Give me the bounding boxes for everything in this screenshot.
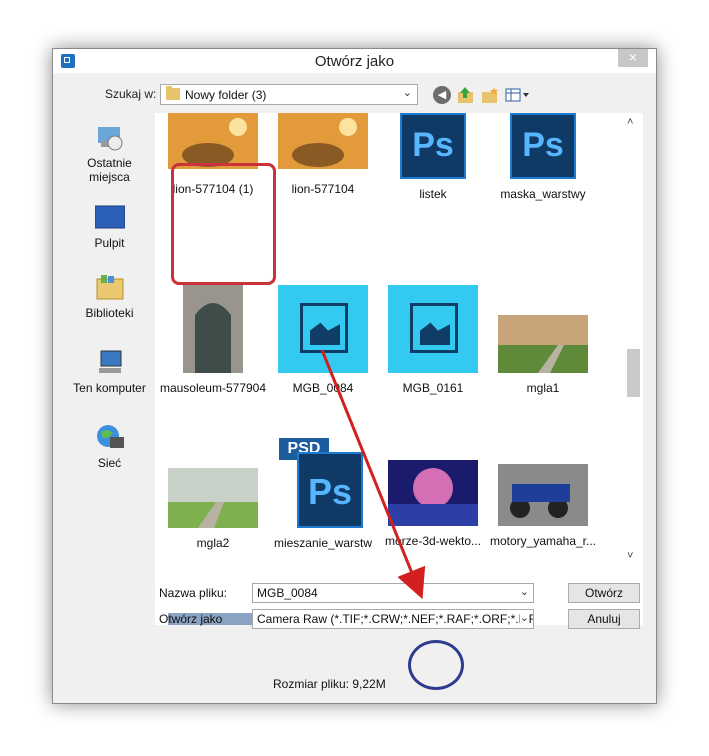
open-as-select[interactable]: Camera Raw (*.TIF;*.CRW;*.NEF;*.RAF;*.OR… [252, 609, 534, 629]
place-this-computer[interactable]: Ten komputer [64, 348, 155, 395]
chevron-down-icon[interactable]: ⌄ [403, 86, 412, 99]
place-network[interactable]: Sieć [64, 423, 155, 470]
cancel-button[interactable]: Anuluj [568, 609, 640, 629]
file-name: mgla2 [196, 536, 230, 550]
filename-value: MGB_0084 [257, 586, 318, 600]
selection-highlight [171, 163, 276, 285]
up-folder-icon[interactable] [457, 86, 475, 104]
vertical-scrollbar[interactable]: ˄ ˅ [623, 113, 643, 565]
filename-label: Nazwa pliku: [159, 586, 228, 600]
psd-file-icon: PSD Ps [279, 438, 367, 528]
new-folder-icon[interactable] [481, 86, 499, 104]
file-item[interactable]: motory_yamaha_r... [488, 438, 598, 548]
look-in-combo[interactable]: Nowy folder (3) ⌄ [160, 84, 418, 105]
place-recent[interactable]: Ostatnie miejsca [64, 123, 155, 184]
fog-path-thumbnail [168, 468, 258, 528]
file-name: motory_yamaha_r... [489, 534, 597, 548]
photoshop-file-icon: Ps [400, 113, 466, 179]
file-item[interactable]: mgla1 [488, 285, 598, 395]
lion-thumbnail [168, 113, 258, 169]
view-menu-icon[interactable] [505, 86, 531, 104]
window-title: Otwórz jako [314, 53, 395, 70]
open-as-label: Otwórz jako [159, 612, 223, 626]
image-file-icon [278, 285, 368, 373]
file-item[interactable]: Ps listek [378, 113, 488, 201]
annotation-circle [408, 640, 464, 690]
motorcycles-thumbnail [498, 464, 588, 526]
scroll-thumb[interactable] [627, 349, 640, 397]
file-name: lion-577104 [291, 182, 355, 196]
file-item[interactable]: PSD Ps mieszanie_warstw [268, 438, 378, 550]
close-button[interactable]: × [618, 49, 648, 67]
back-icon[interactable]: ◀ [433, 86, 451, 104]
chevron-down-icon[interactable]: ⌄ [520, 585, 529, 598]
file-name: mieszanie_warstw [273, 536, 373, 550]
filename-input[interactable]: MGB_0084 ⌄ [252, 583, 534, 603]
file-name: MGB_0161 [402, 381, 464, 395]
recent-places-icon [95, 123, 125, 153]
file-item[interactable]: MGB_0161 [378, 285, 488, 395]
file-item[interactable]: mausoleum-577904 [158, 285, 268, 395]
file-name: maska_warstwy [500, 187, 586, 201]
libraries-icon [95, 273, 125, 303]
look-in-label: Szukaj w: [105, 87, 157, 101]
open-button[interactable]: Otwórz [568, 583, 640, 603]
desktop-icon [94, 203, 125, 233]
place-desktop[interactable]: Pulpit [64, 203, 155, 250]
file-name: morze-3d-wekto... [384, 534, 482, 548]
title-bar[interactable]: Otwórz jako × [53, 49, 656, 73]
mausoleum-thumbnail [183, 285, 243, 373]
file-item[interactable]: morze-3d-wekto... [378, 438, 488, 548]
file-item[interactable]: Ps maska_warstwy [488, 113, 598, 201]
open-as-dialog: Otwórz jako × Szukaj w: Nowy folder (3) … [52, 48, 657, 704]
file-name: mgla1 [526, 381, 560, 395]
photoshop-file-icon: Ps [510, 113, 576, 179]
file-name: mausoleum-577904 [159, 381, 267, 395]
file-item[interactable]: lion-577104 [268, 113, 378, 196]
file-name: listek [419, 187, 447, 201]
network-globe-icon [95, 423, 125, 453]
computer-icon [95, 348, 125, 378]
fog-field-thumbnail [498, 315, 588, 373]
ps-doc: Ps [297, 452, 363, 528]
image-file-icon [388, 285, 478, 373]
place-label: Pulpit [94, 236, 125, 250]
open-as-value: Camera Raw (*.TIF;*.CRW;*.NEF;*.RAF;*.OR… [257, 612, 534, 626]
look-in-value: Nowy folder (3) [185, 88, 267, 102]
file-item[interactable]: mgla2 [158, 438, 268, 550]
chevron-down-icon[interactable]: ˅ [627, 550, 633, 562]
file-name: MGB_0084 [292, 381, 354, 395]
file-item[interactable]: MGB_0084 [268, 285, 378, 395]
place-label: Biblioteki [85, 306, 134, 320]
place-libraries[interactable]: Biblioteki [64, 273, 155, 320]
chevron-down-icon[interactable]: ⌄ [519, 611, 529, 624]
file-size-text: Rozmiar pliku: 9,22M [273, 677, 386, 691]
place-label: Ostatnie miejsca [87, 156, 132, 184]
folder-icon [166, 86, 180, 100]
place-label: Ten komputer [73, 381, 146, 395]
chevron-up-icon[interactable]: ˄ [627, 116, 633, 128]
place-label: Sieć [97, 456, 122, 470]
lion-thumbnail [278, 113, 368, 169]
places-bar: Ostatnie miejsca Pulpit Biblioteki Ten k… [64, 113, 155, 625]
sea-planet-thumbnail [388, 460, 478, 526]
